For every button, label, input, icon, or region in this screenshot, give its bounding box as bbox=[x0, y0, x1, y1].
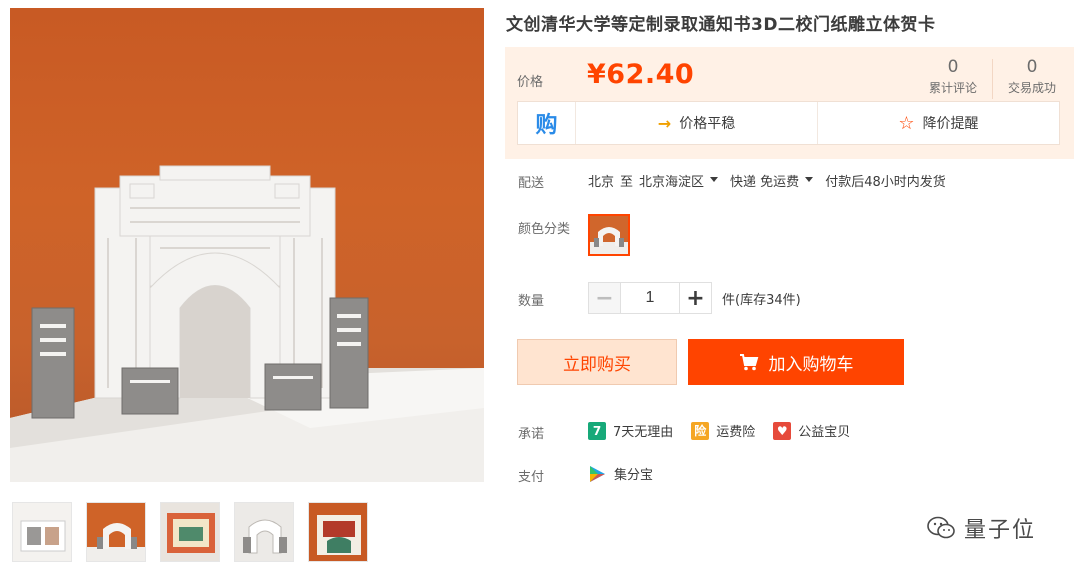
price-value: ¥62.40 bbox=[587, 59, 695, 90]
wechat-icon bbox=[927, 516, 955, 539]
promise-item-charity[interactable]: ♥ 公益宝贝 bbox=[773, 421, 850, 440]
payment-row[interactable]: 集分宝 bbox=[588, 464, 653, 483]
shipping-insurance-icon: 险 bbox=[691, 421, 710, 440]
ship-from: 北京 bbox=[588, 175, 615, 190]
ship-destination: 北京海淀区 bbox=[639, 175, 705, 190]
price-drop-alert-label: 降价提醒 bbox=[922, 116, 979, 132]
paper-gate-illustration bbox=[10, 165, 484, 482]
price-stable-label: 价格平稳 bbox=[679, 116, 736, 132]
promise-item-7days[interactable]: 7 7天无理由 bbox=[588, 421, 673, 440]
seven-days-icon: 7 bbox=[588, 421, 606, 440]
watermark-text: 量子位 bbox=[964, 518, 1037, 543]
thumbnail-5[interactable] bbox=[308, 502, 368, 562]
sku-thumbnail bbox=[590, 227, 628, 254]
sales-label: 交易成功 bbox=[1007, 81, 1056, 95]
star-outline-icon: ☆ bbox=[898, 112, 915, 134]
add-to-cart-button[interactable]: 加入购物车 bbox=[688, 339, 904, 385]
add-to-cart-label: 加入购物车 bbox=[768, 354, 854, 375]
price-drop-alert-button[interactable]: ☆ 降价提醒 bbox=[817, 102, 1059, 144]
thumbnail-strip bbox=[12, 502, 368, 562]
quantity-label: 数量 bbox=[518, 294, 545, 309]
jifenbao-icon bbox=[590, 465, 605, 482]
reviews-stat[interactable]: 0 累计评论 bbox=[918, 57, 988, 96]
thumbnail-2[interactable] bbox=[86, 502, 146, 562]
chevron-down-icon bbox=[805, 177, 814, 182]
ship-destination-select[interactable]: 北京海淀区 bbox=[639, 171, 724, 190]
shipping-label: 配送 bbox=[518, 176, 545, 191]
promise-list: 7 7天无理由 险 运费险 ♥ 公益宝贝 bbox=[588, 421, 850, 440]
watermark: 量子位 bbox=[926, 512, 1036, 544]
product-title: 文创清华大学等定制录取通知书3D二校门纸雕立体贺卡 bbox=[506, 15, 936, 35]
shipping-row: 北京 至 北京海淀区 快递 免运费 付款后48小时内发货 bbox=[588, 171, 946, 190]
payment-label: 支付 bbox=[518, 470, 545, 485]
sku-label: 颜色分类 bbox=[518, 222, 571, 237]
sku-option-selected[interactable] bbox=[588, 214, 630, 256]
price-stable-indicator[interactable]: → 价格平稳 bbox=[576, 102, 817, 144]
promise-label: 承诺 bbox=[518, 427, 545, 442]
quantity-input[interactable]: 1 bbox=[621, 282, 679, 314]
promise-text: 运费险 bbox=[716, 425, 756, 440]
price-panel: 价格 ¥62.40 0 累计评论 0 交易成功 购 → 价格平稳 ☆ 降价提醒 bbox=[505, 47, 1074, 159]
charity-icon: ♥ bbox=[773, 421, 792, 440]
quantity-stepper: − 1 + 件(库存34件) bbox=[588, 282, 801, 314]
gouwu-logo-icon: 购 bbox=[518, 102, 576, 144]
price-trend-bar: 购 → 价格平稳 ☆ 降价提醒 bbox=[517, 101, 1060, 145]
promise-item-insurance[interactable]: 险 运费险 bbox=[691, 421, 755, 440]
buy-now-button[interactable]: 立即购买 bbox=[517, 339, 677, 385]
thumbnail-3[interactable] bbox=[160, 502, 220, 562]
thumbnail-4[interactable] bbox=[234, 502, 294, 562]
ship-note: 付款后48小时内发货 bbox=[825, 175, 946, 190]
chevron-down-icon bbox=[710, 177, 719, 182]
ship-to-word: 至 bbox=[620, 175, 634, 190]
ship-method: 快递 免运费 bbox=[730, 175, 800, 190]
main-product-image bbox=[10, 8, 484, 482]
sales-stat[interactable]: 0 交易成功 bbox=[997, 57, 1067, 96]
thumbnail-1[interactable] bbox=[12, 502, 72, 562]
ship-method-select[interactable]: 快递 免运费 bbox=[730, 171, 819, 190]
payment-method: 集分宝 bbox=[614, 468, 654, 483]
stat-divider bbox=[992, 59, 993, 99]
quantity-decrease-button[interactable]: − bbox=[588, 282, 621, 314]
promise-text: 公益宝贝 bbox=[798, 425, 851, 440]
sales-count: 0 bbox=[1026, 57, 1038, 77]
shopping-cart-icon bbox=[739, 354, 758, 371]
promise-text: 7天无理由 bbox=[613, 425, 674, 440]
reviews-label: 累计评论 bbox=[928, 81, 977, 95]
price-label: 价格 bbox=[517, 75, 544, 90]
reviews-count: 0 bbox=[947, 57, 959, 77]
quantity-increase-button[interactable]: + bbox=[679, 282, 712, 314]
stock-info: 件(库存34件) bbox=[722, 292, 801, 308]
arrow-right-icon: → bbox=[657, 113, 672, 133]
